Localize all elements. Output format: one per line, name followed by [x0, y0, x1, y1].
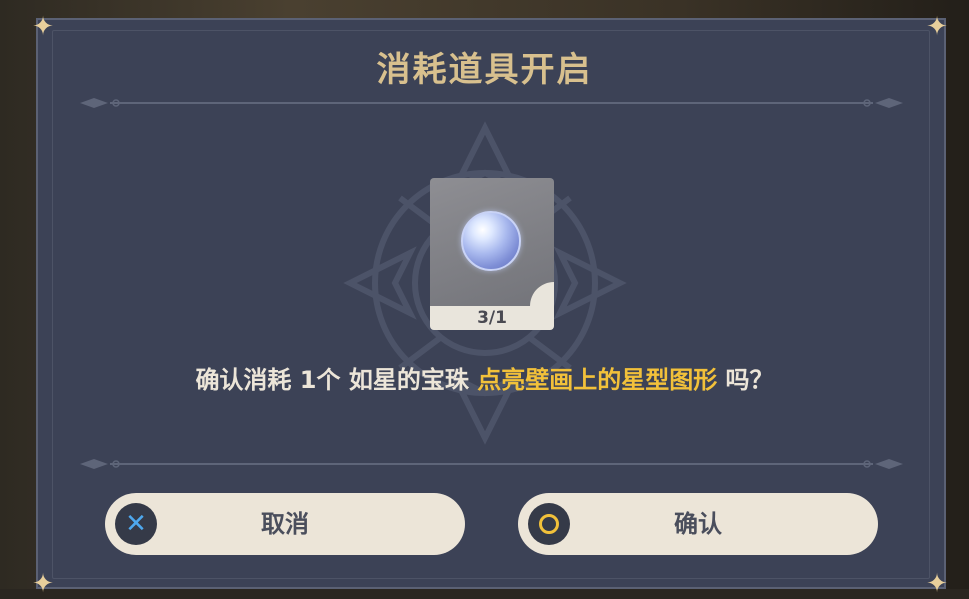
- ornamental-divider-top: [80, 98, 903, 108]
- message-prefix: 确认消耗 1个 如星的宝珠: [195, 366, 478, 394]
- item-count-label: 3/1: [430, 306, 554, 330]
- message-highlight: 点亮壁画上的星型图形: [477, 366, 718, 394]
- card-corner-fold: [530, 282, 554, 306]
- blue-pearl-orb-icon: [461, 211, 521, 271]
- cancel-button[interactable]: 取消 ✕: [105, 493, 465, 555]
- cancel-button-label: 取消: [261, 510, 309, 538]
- dialog-title: 消耗道具开启: [376, 50, 593, 90]
- confirm-message: 确认消耗 1个 如星的宝珠 点亮壁画上的星型图形 吗？: [0, 360, 969, 395]
- ornamental-divider-bottom: [80, 459, 903, 469]
- corner-star-ornament-icon: ✦: [32, 569, 54, 599]
- cross-button-icon: ✕: [115, 503, 157, 545]
- confirm-button[interactable]: 确认: [518, 493, 878, 555]
- message-suffix: 吗？: [717, 366, 774, 394]
- item-slot-card: 3/1: [430, 178, 554, 330]
- circle-button-icon: [528, 503, 570, 545]
- corner-star-ornament-icon: ✦: [926, 569, 948, 599]
- confirm-button-label: 确认: [674, 510, 722, 538]
- corner-star-ornament-icon: ✦: [926, 12, 948, 42]
- corner-star-ornament-icon: ✦: [32, 12, 54, 42]
